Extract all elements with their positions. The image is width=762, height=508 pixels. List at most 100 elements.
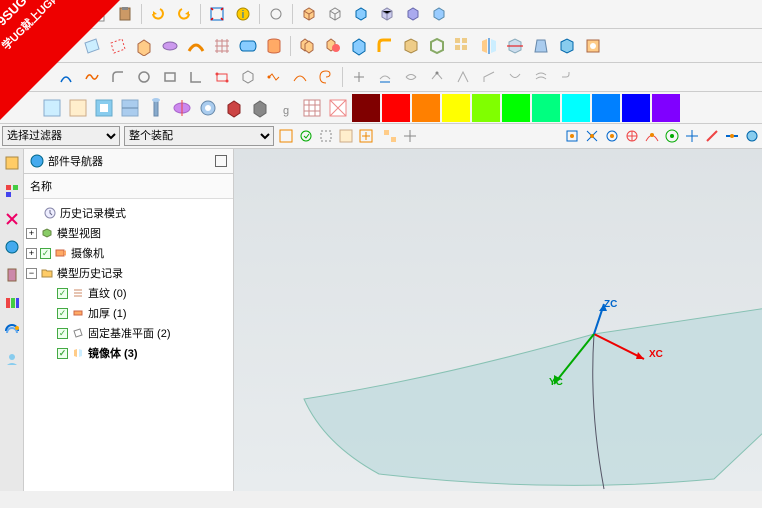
cross-icon[interactable]: [347, 65, 371, 89]
lb-role-icon[interactable]: [2, 349, 22, 369]
color-skyblue[interactable]: [592, 94, 620, 122]
mesh-icon[interactable]: [210, 34, 234, 58]
tree-thicken[interactable]: ✓ 加厚 (1): [26, 303, 231, 323]
subtract-icon[interactable]: [321, 34, 345, 58]
composite-icon[interactable]: [555, 65, 579, 89]
snap7-icon[interactable]: [684, 128, 700, 144]
color-orange[interactable]: [412, 94, 440, 122]
tree-datum[interactable]: ✓ 固定基准平面 (2): [26, 323, 231, 343]
lb-tool-icon[interactable]: [2, 265, 22, 285]
draft-icon[interactable]: [529, 34, 553, 58]
analysis4-icon[interactable]: [118, 96, 142, 120]
tree-model-view[interactable]: + 模型视图: [26, 223, 231, 243]
undo-icon[interactable]: [146, 2, 170, 26]
intersect-icon[interactable]: [399, 65, 423, 89]
cube3-icon[interactable]: [427, 2, 451, 26]
extract-icon[interactable]: [425, 65, 449, 89]
trim-icon[interactable]: [503, 34, 527, 58]
solid-icon[interactable]: [222, 96, 246, 120]
bridge-icon[interactable]: [503, 65, 527, 89]
check-icon[interactable]: ✓: [57, 328, 68, 339]
info-icon[interactable]: i: [231, 2, 255, 26]
color-yellow[interactable]: [442, 94, 470, 122]
check-icon[interactable]: ✓: [57, 288, 68, 299]
snap10-icon[interactable]: [744, 128, 760, 144]
gear-icon[interactable]: [196, 96, 220, 120]
shaded-icon[interactable]: [349, 2, 373, 26]
tool-icon[interactable]: [264, 2, 288, 26]
grid-icon[interactable]: [300, 96, 324, 120]
tree-ruled[interactable]: ✓ 直纹 (0): [26, 283, 231, 303]
assembly-select[interactable]: 整个装配: [124, 126, 274, 146]
color-red[interactable]: [382, 94, 410, 122]
snap5-icon[interactable]: [644, 128, 660, 144]
lb-history-icon[interactable]: [2, 293, 22, 313]
curve-icon[interactable]: [288, 65, 312, 89]
lb-reuse-icon[interactable]: [2, 237, 22, 257]
tree-camera[interactable]: + ✓ 摄像机: [26, 243, 231, 263]
sel-tool5-icon[interactable]: [358, 128, 374, 144]
pattern-icon[interactable]: [451, 34, 475, 58]
fit-icon[interactable]: [205, 2, 229, 26]
sketch-curve-icon[interactable]: [262, 65, 286, 89]
shell-icon[interactable]: [425, 34, 449, 58]
tree-history-mode[interactable]: 历史记录模式: [26, 203, 231, 223]
snap1-icon[interactable]: [564, 128, 580, 144]
block-icon[interactable]: [347, 34, 371, 58]
check-icon[interactable]: [326, 96, 350, 120]
sel-tool3-icon[interactable]: [318, 128, 334, 144]
circle-icon[interactable]: [132, 65, 156, 89]
cube2-icon[interactable]: [401, 2, 425, 26]
revolve-icon[interactable]: [158, 34, 182, 58]
hexagon-icon[interactable]: [236, 65, 260, 89]
unite-icon[interactable]: [295, 34, 319, 58]
lb-web-icon[interactable]: [2, 321, 22, 341]
snap6-icon[interactable]: [664, 128, 680, 144]
profile-icon[interactable]: [210, 65, 234, 89]
sel-tool1-icon[interactable]: [278, 128, 294, 144]
color-darkred[interactable]: [352, 94, 380, 122]
offset-icon[interactable]: [555, 34, 579, 58]
color-purple[interactable]: [652, 94, 680, 122]
iso-icon[interactable]: [477, 65, 501, 89]
project-icon[interactable]: [373, 65, 397, 89]
spiral-icon[interactable]: [314, 65, 338, 89]
offset-curve-icon[interactable]: [529, 65, 553, 89]
tube-icon[interactable]: [236, 34, 260, 58]
pin-icon[interactable]: [215, 155, 227, 167]
sel-tool4-icon[interactable]: [338, 128, 354, 144]
snap3-icon[interactable]: [604, 128, 620, 144]
snap4-icon[interactable]: [624, 128, 640, 144]
expand-icon[interactable]: +: [26, 228, 37, 239]
color-lime[interactable]: [472, 94, 500, 122]
sel-tool2-icon[interactable]: [298, 128, 314, 144]
feature-icon[interactable]: [581, 34, 605, 58]
cylinder-icon[interactable]: [262, 34, 286, 58]
cube-icon[interactable]: [375, 2, 399, 26]
sel-tool7-icon[interactable]: [402, 128, 418, 144]
collapse-icon[interactable]: −: [26, 268, 37, 279]
letter-g-icon[interactable]: g: [274, 96, 298, 120]
wireframe-icon[interactable]: [323, 2, 347, 26]
nav-column-name[interactable]: 名称: [24, 174, 233, 199]
screw-icon[interactable]: [144, 96, 168, 120]
lb-navigator-icon[interactable]: [2, 153, 22, 173]
box-icon[interactable]: [297, 2, 321, 26]
color-teal[interactable]: [532, 94, 560, 122]
snap2-icon[interactable]: [584, 128, 600, 144]
edge-icon[interactable]: [451, 65, 475, 89]
lb-assembly-icon[interactable]: [2, 181, 22, 201]
tree-history[interactable]: − 模型历史记录: [26, 263, 231, 283]
check-icon[interactable]: ✓: [40, 248, 51, 259]
solid2-icon[interactable]: [248, 96, 272, 120]
section-icon[interactable]: [170, 96, 194, 120]
corner-icon[interactable]: [184, 65, 208, 89]
sweep-icon[interactable]: [184, 34, 208, 58]
expand-icon[interactable]: +: [26, 248, 37, 259]
snap9-icon[interactable]: [724, 128, 740, 144]
extrude-icon[interactable]: [132, 34, 156, 58]
snap8-icon[interactable]: [704, 128, 720, 144]
viewport-3d[interactable]: XC YC ZC: [234, 149, 762, 491]
check-icon[interactable]: ✓: [57, 348, 68, 359]
sel-tool6-icon[interactable]: [382, 128, 398, 144]
